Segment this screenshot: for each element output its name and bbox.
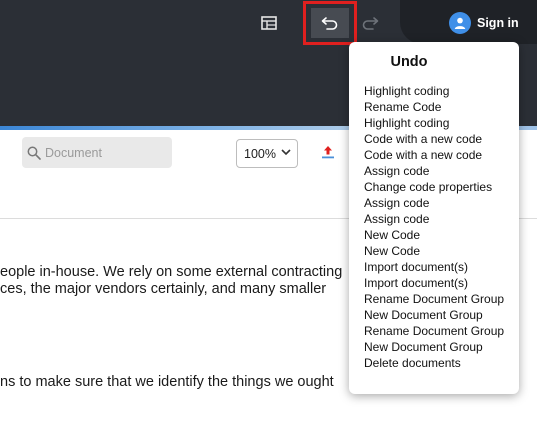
undo-history-item[interactable]: New Document Group [364, 307, 504, 323]
undo-history-item[interactable]: Assign code [364, 163, 504, 179]
undo-history-item[interactable]: Rename Document Group [364, 323, 504, 339]
document-line: ces, the major vendors certainly, and ma… [0, 281, 327, 297]
undo-history-item[interactable]: Code with a new code [364, 131, 504, 147]
sign-in-label: Sign in [477, 16, 519, 30]
undo-history-item[interactable]: Rename Code [364, 99, 504, 115]
upload-icon [322, 146, 334, 159]
undo-history-item[interactable]: Code with a new code [364, 147, 504, 163]
search-icon [27, 146, 41, 160]
undo-history-item[interactable]: Import document(s) [364, 275, 504, 291]
sign-in-button[interactable]: Sign in [449, 11, 519, 35]
undo-history-popover: Undo Highlight coding Rename Code Highli… [349, 42, 519, 394]
undo-history-item[interactable]: New Document Group [364, 339, 504, 355]
table-view-button[interactable] [255, 9, 283, 37]
undo-history-item[interactable]: Assign code [364, 195, 504, 211]
undo-history-item[interactable]: Highlight coding [364, 115, 504, 131]
redo-button[interactable] [356, 9, 384, 37]
zoom-select[interactable]: 100% [236, 139, 298, 168]
undo-button[interactable] [311, 8, 349, 38]
search-input[interactable] [41, 145, 165, 160]
zoom-value: 100% [244, 146, 276, 161]
undo-history-list: Highlight coding Rename Code Highlight c… [364, 83, 504, 371]
undo-history-item[interactable]: Highlight coding [364, 83, 504, 99]
undo-history-item[interactable]: Delete documents [364, 355, 504, 371]
user-avatar-icon [449, 12, 471, 34]
undo-highlight-frame [303, 1, 357, 45]
undo-history-item[interactable]: New Code [364, 227, 504, 243]
undo-history-item[interactable]: New Code [364, 243, 504, 259]
upload-button[interactable] [320, 144, 336, 165]
undo-history-item[interactable]: Rename Document Group [364, 291, 504, 307]
undo-icon [321, 17, 338, 30]
document-search[interactable] [22, 137, 172, 168]
redo-icon [362, 17, 379, 30]
chevron-down-icon [281, 149, 291, 156]
document-line: eople in-house. We rely on some external… [0, 264, 343, 280]
undo-history-item[interactable]: Change code properties [364, 179, 504, 195]
undo-history-item[interactable]: Import document(s) [364, 259, 504, 275]
undo-history-item[interactable]: Assign code [364, 211, 504, 227]
undo-menu-title: Undo [390, 54, 428, 70]
document-line: ns to make sure that we identify the thi… [0, 374, 334, 390]
table-icon [261, 16, 277, 30]
